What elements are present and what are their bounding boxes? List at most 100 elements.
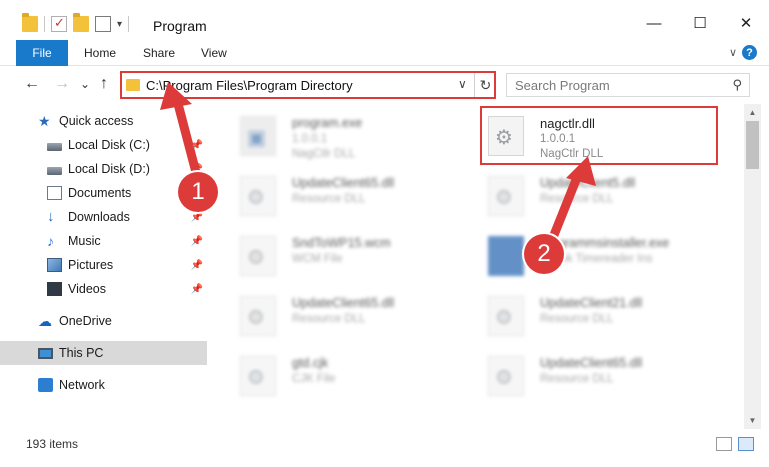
close-button[interactable]: ✕ (723, 8, 769, 38)
dll-icon (240, 296, 276, 336)
sidebar-item-local-disk-d[interactable]: Local Disk (D:) 📌 (0, 157, 207, 181)
file-description: NagCtlr DLL (292, 148, 356, 160)
help-icon[interactable]: ? (742, 45, 757, 60)
file-name: UpdateClient5.dll (540, 176, 636, 190)
sidebar-item-pictures[interactable]: Pictures 📌 (0, 253, 207, 277)
search-box[interactable]: ⚲ (506, 73, 750, 97)
file-version: 1.0.0.1 (292, 133, 328, 145)
address-bar[interactable]: C:\Program Files\Program Directory ∨ ↻ (120, 71, 496, 99)
pin-icon[interactable]: 📌 (191, 212, 203, 223)
new-folder-icon[interactable] (73, 13, 89, 32)
step-2-badge: 2 (524, 234, 564, 274)
file-description: Resource DLL (292, 313, 366, 325)
up-button[interactable]: ↑ (100, 75, 108, 93)
file-tile[interactable]: programmsinstaller.exe Ebook Timereader … (482, 228, 722, 284)
file-name: UpdateClient21.dll (540, 296, 643, 310)
file-tile[interactable]: program.exe 1.0.0.1 NagCtlr DLL (234, 108, 474, 164)
tab-share[interactable]: Share (143, 46, 175, 60)
back-button[interactable]: ← (24, 75, 40, 93)
file-description: WCM File (292, 253, 343, 265)
tab-home[interactable]: Home (84, 46, 116, 60)
scroll-down-icon[interactable]: ▼ (744, 412, 761, 429)
drive-icon (47, 142, 62, 151)
file-icon (240, 356, 276, 396)
file-description: Resource DLL (292, 193, 366, 205)
file-tile[interactable]: UpdateClient65.dll Resource DLL (234, 288, 474, 344)
search-icon[interactable]: ⚲ (732, 77, 742, 93)
downloads-icon: ↓ (47, 208, 55, 225)
sidebar-item-this-pc[interactable]: This PC (0, 341, 207, 365)
star-icon: ★ (38, 113, 51, 129)
file-name: program.exe (292, 116, 363, 130)
maximize-button[interactable]: ☐ (677, 8, 723, 38)
file-tile[interactable]: UpdateClient65.dll Resource DLL (234, 168, 474, 224)
pin-icon[interactable]: 📌 (191, 284, 203, 295)
ribbon-tabs: File Home Share View ∨ ? (0, 40, 769, 66)
minimize-button[interactable]: — (631, 8, 677, 38)
address-path[interactable]: C:\Program Files\Program Directory (146, 78, 353, 93)
item-count: 193 items (26, 437, 79, 451)
music-icon: ♪ (47, 233, 54, 249)
folder-icon (22, 13, 38, 32)
tab-view[interactable]: View (201, 46, 227, 60)
refresh-button[interactable]: ↻ (474, 73, 496, 97)
file-tile[interactable]: gtd.cjk CJK File (234, 348, 474, 404)
file-name: UpdateClient65.dll (292, 296, 395, 310)
file-name: UpdateClient65.dll (292, 176, 395, 190)
scroll-thumb[interactable] (746, 121, 759, 169)
recent-locations-button[interactable]: ⌄ (80, 77, 90, 91)
pin-icon[interactable]: 📌 (191, 140, 203, 151)
file-tile[interactable]: UpdateClient21.dll Resource DLL (482, 288, 722, 344)
pin-icon[interactable]: 📌 (191, 236, 203, 247)
status-bar: 193 items (0, 429, 769, 467)
dll-icon (488, 296, 524, 336)
sidebar-item-label: Network (59, 378, 105, 392)
forward-button[interactable]: → (54, 75, 70, 93)
pc-icon (38, 347, 53, 359)
sidebar-item-documents[interactable]: Documents 📌 (0, 181, 207, 205)
exe-icon (240, 116, 276, 156)
cloud-icon: ☁ (38, 313, 52, 329)
dll-icon (488, 176, 524, 216)
file-name: UpdateClient65.dll (540, 356, 643, 370)
address-dropdown-button[interactable]: ∨ (458, 77, 467, 91)
sidebar-item-onedrive[interactable]: ☁ OneDrive (0, 309, 207, 333)
sidebar-item-label: Documents (68, 186, 132, 200)
sidebar-item-network[interactable]: Network (0, 373, 207, 397)
network-icon (38, 378, 53, 392)
installer-icon (488, 236, 524, 276)
pictures-icon (47, 258, 62, 272)
details-view-button[interactable] (716, 437, 732, 451)
tiles-view-button[interactable] (738, 437, 754, 451)
file-tile[interactable]: UpdateClient65.dll Resource DLL (482, 348, 722, 404)
file-tile[interactable]: UpdateClient5.dll Resource DLL (482, 168, 722, 224)
tab-file[interactable]: File (16, 40, 68, 66)
sidebar-item-label: Quick access (59, 114, 134, 128)
scroll-up-icon[interactable]: ▲ (744, 104, 761, 121)
customize-toolbar-icon[interactable] (95, 16, 111, 32)
sidebar-item-downloads[interactable]: ↓ Downloads 📌 (0, 205, 207, 229)
properties-check-icon[interactable] (51, 15, 67, 32)
window-title: Program (153, 18, 207, 34)
navigation-pane: ★ Quick access Local Disk (C:) 📌 Local D… (0, 104, 210, 429)
chevron-down-icon[interactable]: ▾ (117, 19, 122, 30)
sidebar-item-videos[interactable]: Videos 📌 (0, 277, 207, 301)
sidebar-item-label: OneDrive (59, 314, 112, 328)
toolbar-divider (128, 16, 130, 32)
sidebar-item-label: Local Disk (C:) (68, 138, 150, 152)
pin-icon[interactable]: 📌 (191, 260, 203, 271)
sidebar-item-local-disk-c[interactable]: Local Disk (C:) 📌 (0, 133, 207, 157)
file-description: Resource DLL (540, 313, 614, 325)
sidebar-item-label: Local Disk (D:) (68, 162, 150, 176)
file-tile[interactable]: SndToWP15.wcm WCM File (234, 228, 474, 284)
file-description: Resource DLL (540, 373, 614, 385)
folder-icon (126, 79, 140, 91)
drive-icon (47, 166, 62, 175)
sidebar-item-quick-access[interactable]: ★ Quick access (0, 109, 207, 133)
sidebar-item-music[interactable]: ♪ Music 📌 (0, 229, 207, 253)
sidebar-item-label: Music (68, 234, 101, 248)
expand-ribbon-icon[interactable]: ∨ (729, 46, 737, 59)
quick-access-toolbar: ▾ (22, 13, 130, 34)
vertical-scrollbar[interactable]: ▲ ▼ (744, 104, 761, 429)
search-input[interactable] (515, 78, 715, 93)
